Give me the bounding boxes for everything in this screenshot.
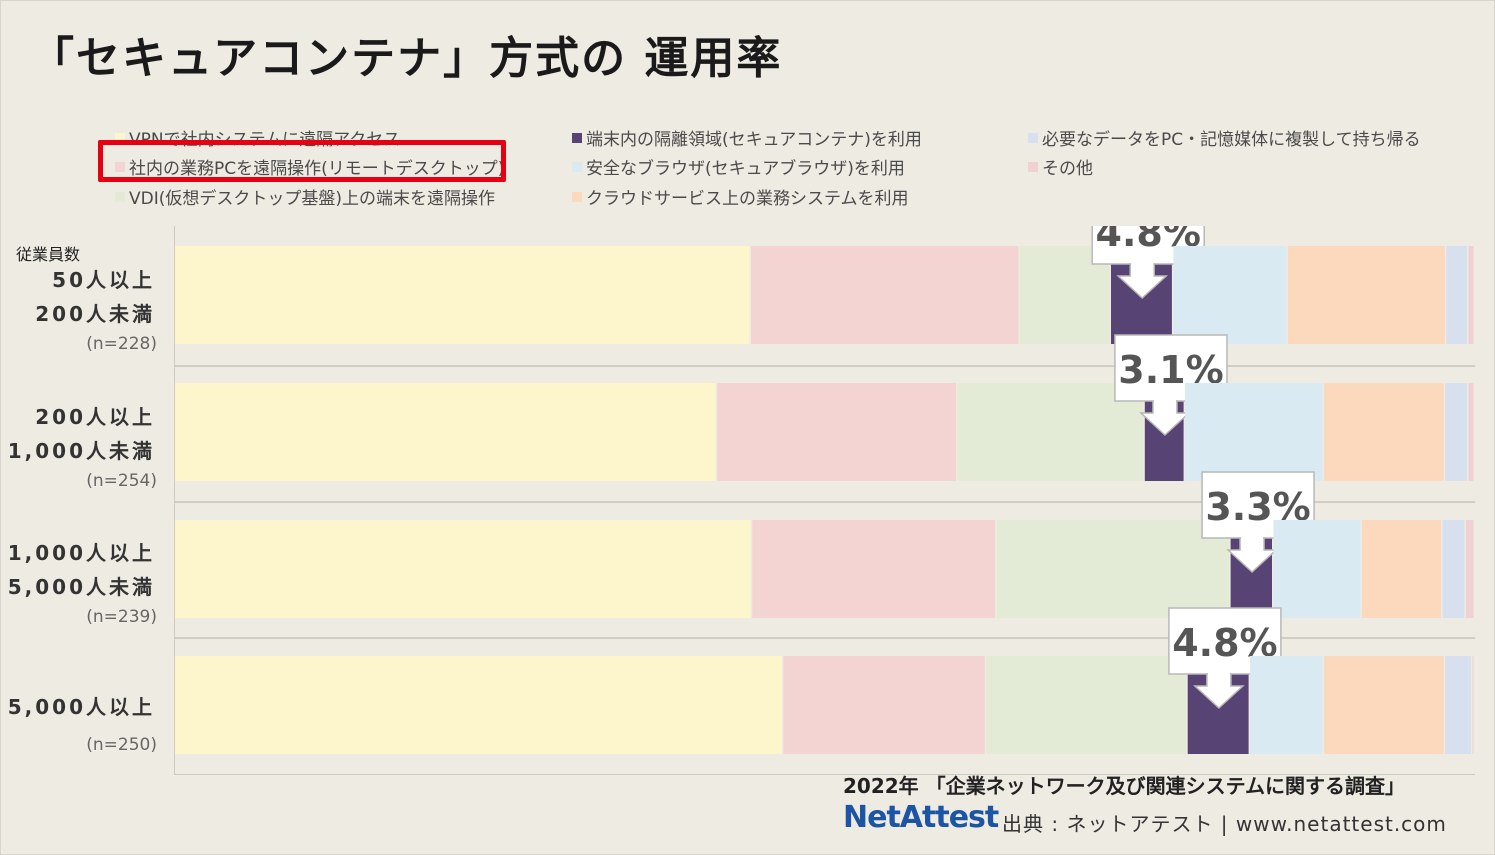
chart-title: 「セキュアコンテナ」方式の 運用率 bbox=[30, 33, 783, 84]
brand-logo: NetAttest bbox=[843, 800, 999, 835]
legend-label: VDI(仮想デスクトップ基盤)上の端末を遠隔操作 bbox=[129, 189, 495, 209]
row-sample-size: (n=254) bbox=[86, 471, 157, 491]
row-label: 1,000人未満 bbox=[7, 439, 155, 463]
legend-item: その他 bbox=[1028, 154, 1093, 179]
bar-segment bbox=[1465, 520, 1474, 618]
legend-label: クラウドサービス上の業務システムを利用 bbox=[586, 189, 909, 209]
source-caption: 出典 : ネットアテスト | www.netattest.com bbox=[1002, 812, 1447, 836]
bar-segment bbox=[1250, 656, 1323, 754]
row-sample-size: (n=250) bbox=[86, 735, 157, 755]
row-label: 200人未満 bbox=[35, 302, 155, 326]
legend-item: VDI(仮想デスクトップ基盤)上の端末を遠隔操作 bbox=[115, 184, 495, 209]
row-label: 5,000人以上 bbox=[7, 695, 155, 719]
legend-swatch bbox=[1028, 132, 1038, 143]
stacked-bar-chart: 4.8%3.1%3.3%4.8% bbox=[175, 197, 1475, 754]
bar-segment bbox=[750, 246, 1019, 344]
callout-joint bbox=[1207, 672, 1230, 676]
legend-item: 端末内の隔離領域(セキュアコンテナ)を利用 bbox=[572, 125, 922, 150]
row-label: 1,000人以上 bbox=[7, 541, 155, 565]
bar-segment bbox=[1445, 383, 1467, 481]
legend-label: その他 bbox=[1042, 159, 1093, 179]
bar-segment bbox=[1173, 246, 1287, 344]
bar-segment bbox=[175, 520, 751, 618]
bar-segment bbox=[717, 383, 957, 481]
bar-segment bbox=[1287, 246, 1445, 344]
bar-segment bbox=[1468, 383, 1474, 481]
bar-segment bbox=[1442, 520, 1465, 618]
row-label: 200人以上 bbox=[35, 405, 155, 429]
bar-segment bbox=[175, 383, 716, 481]
legend-highlight-box bbox=[98, 140, 506, 182]
legend-item: クラウドサービス上の業務システムを利用 bbox=[572, 184, 909, 209]
legend-swatch bbox=[572, 191, 582, 202]
bar-segment bbox=[1446, 246, 1467, 344]
bar-segment bbox=[752, 520, 996, 618]
legend-label: 安全なブラウザ(セキュアブラウザ)を利用 bbox=[586, 159, 905, 179]
row-label: 50人以上 bbox=[52, 268, 155, 292]
bar-segment bbox=[783, 656, 985, 754]
bar-segment bbox=[1324, 656, 1444, 754]
survey-caption: 2022年 「企業ネットワーク及び関連システムに関する調査」 bbox=[843, 774, 1406, 798]
callout-joint bbox=[1153, 399, 1176, 403]
bar-segment bbox=[996, 520, 1230, 618]
row-label: 5,000人未満 bbox=[7, 575, 155, 599]
bar-segment bbox=[1445, 656, 1471, 754]
callout-joint bbox=[1131, 262, 1154, 266]
legend-swatch bbox=[572, 132, 582, 143]
bar-segment bbox=[1324, 383, 1444, 481]
bar-segment bbox=[175, 246, 750, 344]
legend-item: 安全なブラウザ(セキュアブラウザ)を利用 bbox=[572, 154, 905, 179]
legend-label: 必要なデータをPC・記憶媒体に複製して持ち帰る bbox=[1042, 130, 1421, 150]
row-sample-size: (n=228) bbox=[86, 334, 157, 354]
plot-area: 4.8% 3.1% 3.3% 4.8% bbox=[174, 197, 1475, 775]
bar-segment bbox=[175, 656, 782, 754]
bar-segment bbox=[1361, 520, 1441, 618]
legend-item: 必要なデータをPC・記憶媒体に複製して持ち帰る bbox=[1028, 125, 1421, 150]
bar-segment bbox=[1472, 656, 1474, 754]
bar-segment bbox=[1468, 246, 1474, 344]
bar-segment bbox=[1273, 520, 1361, 618]
row-sample-size: (n=239) bbox=[86, 607, 157, 627]
axis-header: 従業員数 bbox=[16, 245, 81, 264]
bar-segment bbox=[986, 656, 1187, 754]
legend-swatch bbox=[115, 191, 125, 202]
callout-joint bbox=[1241, 536, 1264, 540]
legend-swatch bbox=[1028, 161, 1038, 172]
bar-segment bbox=[1185, 383, 1323, 481]
legend-label: 端末内の隔離領域(セキュアコンテナ)を利用 bbox=[586, 130, 922, 150]
legend-swatch bbox=[572, 161, 582, 172]
